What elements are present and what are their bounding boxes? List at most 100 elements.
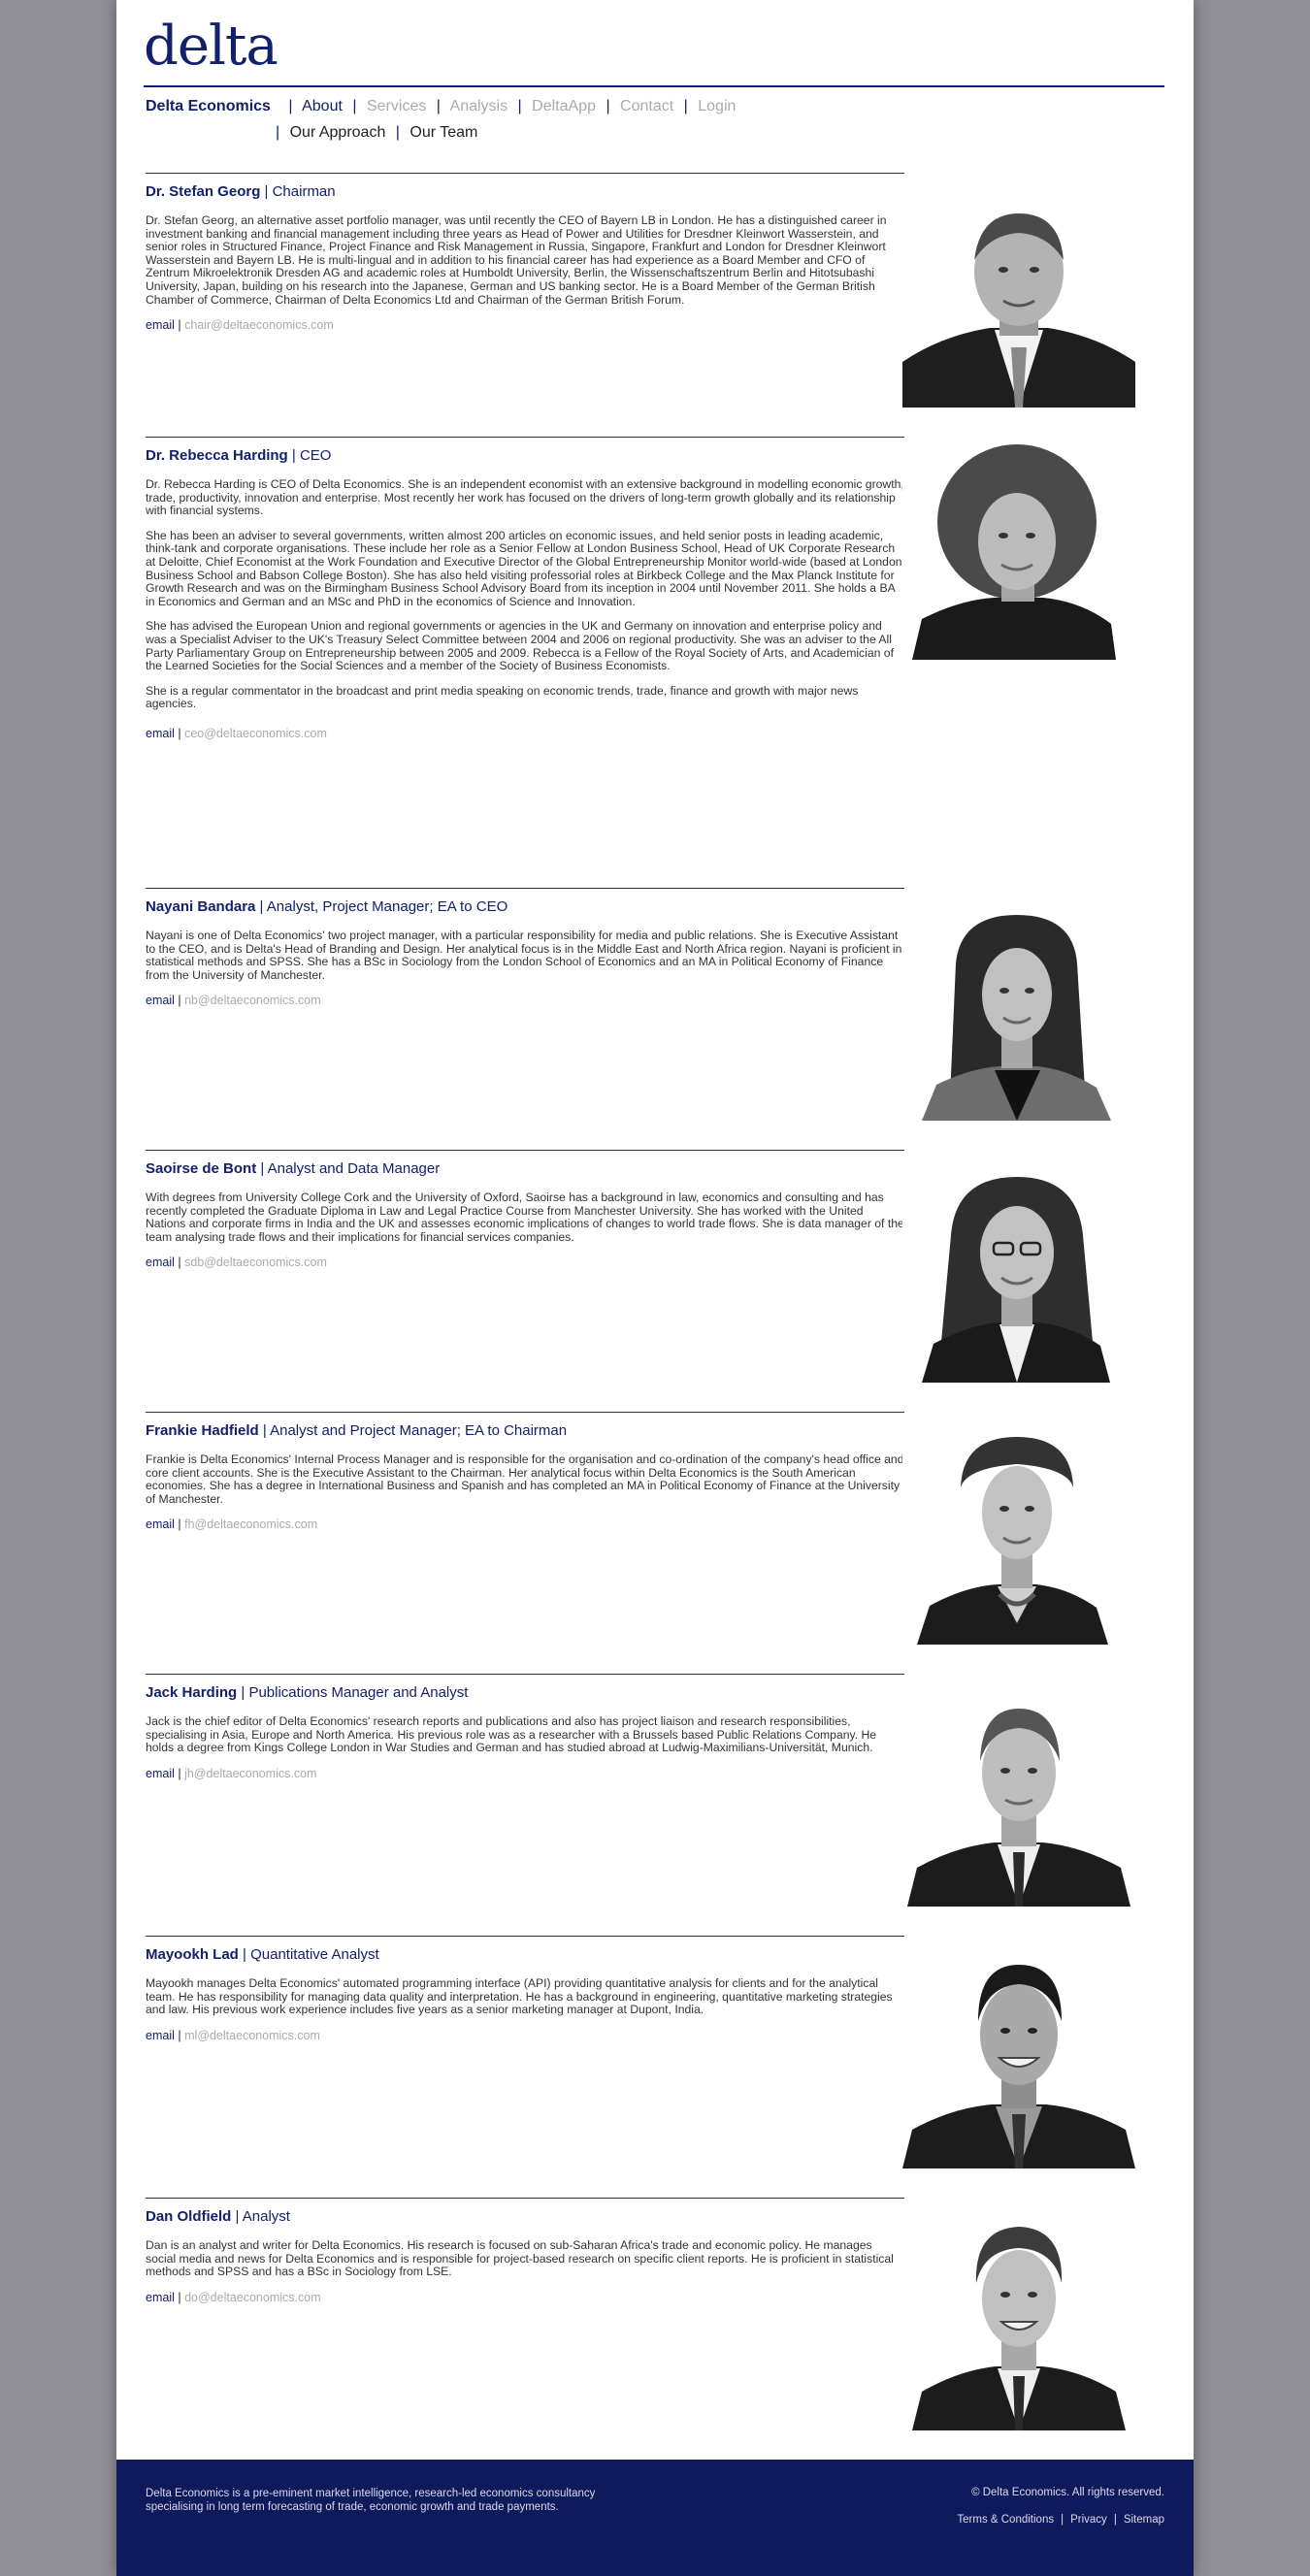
footer-tagline: Delta Economics is a pre-eminent market … [146, 2488, 596, 2513]
member-role: Publications Manager and Analyst [248, 1684, 469, 1701]
section-rule [146, 1936, 904, 1937]
footer-links: Terms & Conditions | Privacy | Sitemap [957, 2514, 1164, 2526]
email-label: email [146, 1255, 175, 1270]
footer-link-privacy[interactable]: Privacy [1070, 2514, 1107, 2526]
portrait-woman-curly-hair [912, 444, 1116, 660]
email-link[interactable]: ceo@deltaeconomics.com [184, 727, 327, 740]
subnav-item-our-team[interactable]: Our Team [409, 124, 477, 141]
bio-paragraph: Dr. Stefan Georg, an alternative asset p… [146, 213, 887, 307]
member-bio: Dan is an analyst and writer for Delta E… [146, 2238, 904, 2279]
section-rule [146, 1150, 904, 1151]
nav-separator: | [436, 98, 441, 114]
email-label: email [146, 726, 175, 740]
nav-item-about[interactable]: About [302, 98, 343, 114]
footer-copyright: © Delta Economics. All rights reserved. [971, 2487, 1164, 2498]
bio-paragraph: She is a regular commentator in the broa… [146, 683, 859, 711]
bio-paragraph: She has been an adviser to several gover… [146, 528, 902, 608]
member-role: Quantitative Analyst [250, 1946, 379, 1963]
member-name: Dan Oldfield [146, 2208, 232, 2225]
member-role: Analyst and Project Manager; EA to Chair… [270, 1422, 568, 1439]
nav-separator: | [606, 98, 610, 114]
header-rule [144, 85, 1164, 87]
member-bio: Dr. Rebecca Harding is CEO of Delta Econ… [146, 477, 904, 711]
email-label: email [146, 994, 175, 1008]
portrait-woman-necklace [917, 1437, 1108, 1645]
bio-paragraph: Mayookh manages Delta Economics' automat… [146, 1976, 893, 2017]
member-photo [902, 444, 1135, 660]
email-link[interactable]: ml@deltaeconomics.com [184, 2029, 320, 2042]
email-link[interactable]: chair@deltaeconomics.com [184, 318, 334, 332]
section-rule [146, 888, 904, 889]
email-label: email [146, 318, 175, 333]
email-label: email [146, 2290, 175, 2304]
footer-link-sitemap[interactable]: Sitemap [1124, 2514, 1164, 2526]
email-link[interactable]: nb@deltaeconomics.com [184, 994, 321, 1007]
member-photo [902, 1429, 1135, 1645]
bio-paragraph: Jack is the chief editor of Delta Econom… [146, 1714, 877, 1755]
bio-paragraph: Frankie is Delta Economics' Internal Pro… [146, 1452, 904, 1506]
nav-separator: | [288, 98, 293, 114]
portrait-woman-glasses [922, 1177, 1110, 1383]
section-rule [146, 1674, 904, 1675]
member-photo [902, 905, 1135, 1121]
member-name: Mayookh Lad [146, 1946, 239, 1963]
member-role: Analyst [242, 2208, 290, 2225]
portrait-man-tie [907, 1709, 1130, 1907]
bio-paragraph: Dan is an analyst and writer for Delta E… [146, 2238, 894, 2279]
member-bio: Jack is the chief editor of Delta Econom… [146, 1714, 904, 1755]
footer-separator: | [1113, 2514, 1117, 2526]
bio-paragraph: She has advised the European Union and r… [146, 619, 894, 673]
nav-separator: | [683, 98, 688, 114]
member-bio: Frankie is Delta Economics' Internal Pro… [146, 1452, 904, 1506]
footer-separator: | [1061, 2514, 1064, 2526]
site-footer: Delta Economics is a pre-eminent market … [116, 2460, 1194, 2576]
member-bio: Mayookh manages Delta Economics' automat… [146, 1976, 904, 2017]
member-photo [902, 1953, 1135, 2168]
email-link[interactable]: jh@deltaeconomics.com [184, 1767, 316, 1780]
page-container: delta Delta Economics | About | Services… [116, 0, 1194, 2576]
email-link[interactable]: do@deltaeconomics.com [184, 2291, 321, 2304]
nav-separator: | [352, 98, 357, 114]
member-role: Chairman [272, 183, 336, 200]
nav-item-login[interactable]: Login [698, 98, 736, 114]
nav-item-contact[interactable]: Contact [620, 98, 673, 114]
member-email: email | ceo@deltaeconomics.com [146, 726, 327, 740]
nav-item-services[interactable]: Services [367, 98, 426, 114]
member-name: Dr. Rebecca Harding [146, 447, 288, 464]
section-rule [146, 173, 904, 174]
member-photo [902, 2215, 1135, 2430]
section-rule [146, 1412, 904, 1413]
nav-separator: | [276, 124, 280, 141]
email-label: email [146, 1766, 175, 1780]
member-photo [902, 1167, 1135, 1383]
member-bio: With degrees from University College Cor… [146, 1190, 904, 1244]
member-name: Frankie Hadfield [146, 1422, 259, 1439]
member-name: Saoirse de Bont [146, 1160, 257, 1177]
subnav-item-our-approach[interactable]: Our Approach [290, 124, 386, 141]
email-link[interactable]: fh@deltaeconomics.com [184, 1517, 317, 1531]
member-role: Analyst and Data Manager [267, 1160, 441, 1177]
email-link[interactable]: sdb@deltaeconomics.com [184, 1255, 327, 1269]
delta-logo[interactable]: delta [144, 19, 278, 74]
member-name: Nayani Bandara [146, 898, 256, 915]
member-name: Jack Harding [146, 1684, 238, 1701]
member-role: Analyst, Project Manager; EA to CEO [266, 898, 508, 915]
portrait-woman-long-hair [922, 915, 1111, 1121]
nav-separator: | [517, 98, 522, 114]
nav-separator: | [395, 124, 400, 141]
bio-paragraph: Nayani is one of Delta Economics' two pr… [146, 929, 902, 982]
portrait-man-suit [902, 213, 1135, 408]
member-name: Dr. Stefan Georg [146, 183, 261, 200]
member-photo [902, 192, 1135, 408]
sub-nav: | Our Approach | Our Team [276, 123, 477, 143]
footer-link-terms[interactable]: Terms & Conditions [957, 2514, 1054, 2526]
email-label: email [146, 2028, 175, 2042]
section-rule [146, 437, 904, 438]
member-photo [902, 1691, 1135, 1907]
member-role: CEO [299, 447, 332, 464]
email-label: email [146, 1517, 175, 1532]
nav-item-deltaapp[interactable]: DeltaApp [532, 98, 596, 114]
main-nav: Delta Economics | About | Services | Ana… [146, 97, 736, 116]
nav-item-analysis[interactable]: Analysis [450, 98, 508, 114]
nav-brand[interactable]: Delta Economics [146, 98, 271, 114]
